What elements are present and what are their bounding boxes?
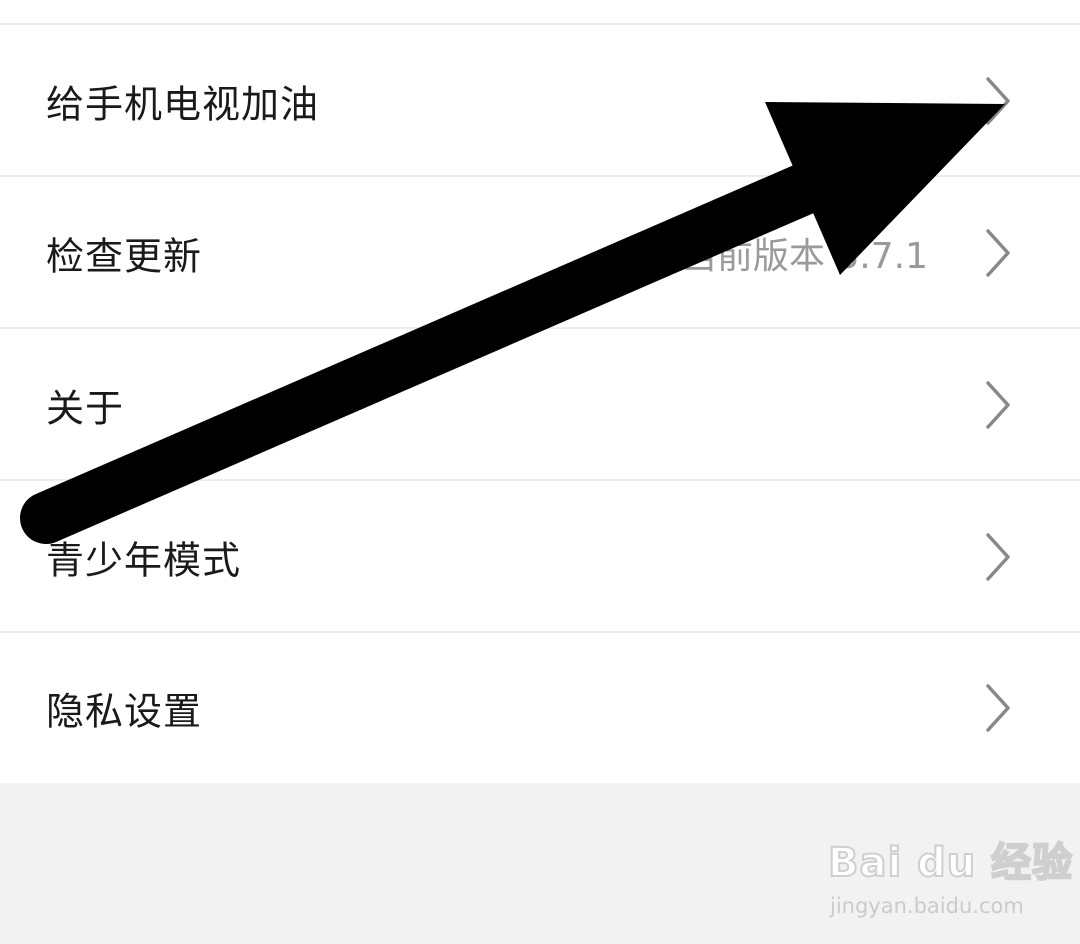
settings-row-label: 青少年模式 — [46, 538, 242, 583]
settings-list: 给手机电视加油 检查更新 当前版本 3.7.1 关于 青少年模式 隐私设置 — [0, 0, 1080, 783]
current-version-text: 当前版本 3.7.1 — [680, 236, 928, 277]
settings-row-support-tv[interactable]: 给手机电视加油 — [0, 25, 1080, 177]
settings-row-label: 关于 — [46, 386, 125, 431]
chevron-right-icon — [986, 381, 1010, 429]
settings-row-privacy[interactable]: 隐私设置 — [0, 633, 1080, 783]
settings-row-label: 检查更新 — [46, 234, 203, 279]
chevron-right-icon — [986, 77, 1010, 125]
settings-row-about[interactable]: 关于 — [0, 329, 1080, 481]
settings-row-teen-mode[interactable]: 青少年模式 — [0, 481, 1080, 633]
settings-row-label: 给手机电视加油 — [46, 82, 320, 127]
chevron-right-icon — [986, 229, 1010, 277]
settings-screen: 给手机电视加油 检查更新 当前版本 3.7.1 关于 青少年模式 隐私设置 Ba… — [0, 0, 1080, 944]
settings-row-label: 隐私设置 — [46, 689, 203, 734]
watermark-url: jingyan.baidu.com — [830, 894, 1024, 918]
baidu-jingyan-watermark: Bai du 经验 jingyan.baidu.com — [827, 822, 1073, 922]
settings-row-check-update[interactable]: 检查更新 当前版本 3.7.1 — [0, 177, 1080, 329]
watermark-logo: Bai du 经验 — [827, 839, 1074, 887]
chevron-right-icon — [986, 684, 1010, 732]
chevron-right-icon — [986, 533, 1010, 581]
